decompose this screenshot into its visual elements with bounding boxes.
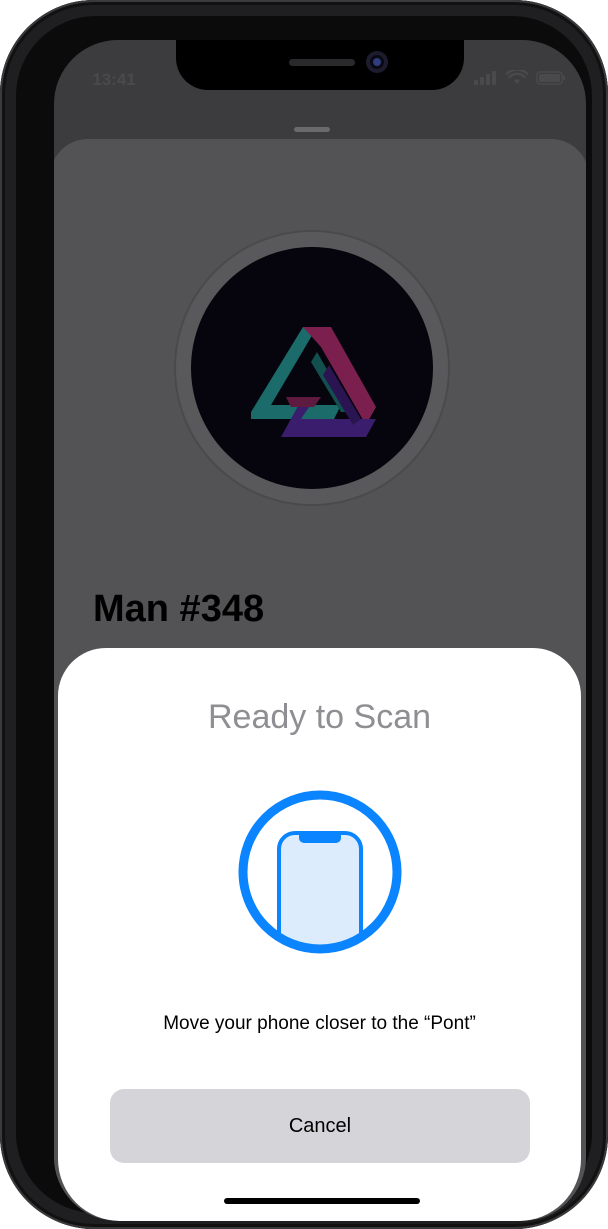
home-indicator[interactable]: [224, 1198, 420, 1204]
scan-sheet: Ready to Scan Move your phone closer to …: [58, 648, 581, 1221]
earpiece-speaker: [289, 59, 355, 66]
impossible-triangle-logo: [251, 327, 376, 437]
notch: [176, 40, 464, 90]
status-icons: [474, 70, 566, 86]
phone-bezel: 13:41 Man #348 Ready to Scan Move your p…: [16, 16, 592, 1221]
nft-image: [191, 247, 433, 489]
front-camera: [366, 51, 388, 73]
wifi-icon: [506, 70, 528, 84]
sheet-title: Ready to Scan: [207, 698, 432, 736]
status-time: 13:41: [92, 70, 136, 89]
scan-instruction: Move your phone closer to the “Pont”: [163, 1013, 476, 1034]
cancel-button[interactable]: Cancel: [110, 1089, 530, 1163]
nft-title: Man #348: [93, 588, 265, 630]
phone-scan-icon: [238, 790, 402, 954]
battery-icon: [536, 71, 565, 85]
sheet-grabber[interactable]: [294, 127, 330, 132]
phone-device-frame: 13:41 Man #348 Ready to Scan Move your p…: [0, 0, 608, 1229]
phone-screen: 13:41 Man #348 Ready to Scan Move your p…: [54, 40, 586, 1221]
signal-icon: [474, 71, 496, 85]
